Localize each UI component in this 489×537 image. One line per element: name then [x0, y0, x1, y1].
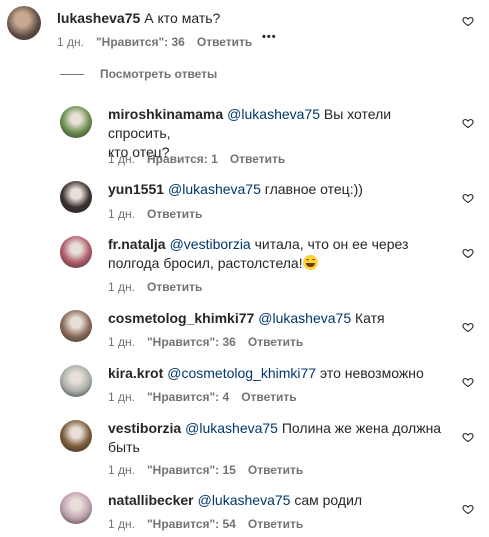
comment-username[interactable]: natallibecker	[108, 492, 194, 508]
heart-icon[interactable]	[462, 503, 474, 515]
comment-likes[interactable]: "Нравится": 4	[147, 390, 229, 404]
comment-username[interactable]: vestiborzia	[108, 420, 181, 436]
heart-icon[interactable]	[462, 117, 474, 129]
comment-meta: 1 дн. "Нравится": 15 Ответить	[108, 463, 315, 477]
reply-button[interactable]: Ответить	[241, 390, 296, 404]
reply-button[interactable]: Ответить	[197, 35, 252, 49]
divider	[60, 73, 84, 75]
comment-text: читала, что он ее через	[254, 236, 409, 252]
avatar[interactable]	[60, 106, 92, 138]
mention-link[interactable]: @vestiborzia	[170, 236, 251, 252]
avatar[interactable]	[7, 6, 41, 40]
comment-username[interactable]: fr.natalja	[108, 236, 166, 252]
avatar[interactable]	[60, 310, 92, 342]
avatar[interactable]	[60, 236, 92, 268]
heart-icon[interactable]	[462, 192, 474, 204]
more-options-icon[interactable]: •••	[262, 31, 277, 43]
comment-meta: 1 дн. Нравится: 1 Ответить	[108, 152, 297, 166]
avatar[interactable]	[60, 420, 92, 452]
mention-link[interactable]: @cosmetolog_khimki77	[167, 365, 316, 381]
comment-meta: 1 дн. Ответить	[108, 280, 214, 294]
comment-likes[interactable]: "Нравится": 54	[147, 517, 236, 531]
comment-likes[interactable]: Нравится: 1	[147, 152, 218, 166]
comment-likes[interactable]: "Нравится": 36	[147, 335, 236, 349]
heart-icon[interactable]	[462, 321, 474, 333]
heart-icon[interactable]	[462, 15, 474, 27]
reply-button[interactable]: Ответить	[147, 207, 202, 221]
comment-time[interactable]: 1 дн.	[108, 517, 135, 531]
comment-time[interactable]: 1 дн.	[57, 35, 84, 49]
mention-link[interactable]: @lukasheva75	[227, 106, 320, 122]
comment-meta: 1 дн. Ответить	[108, 207, 214, 221]
mention-link[interactable]: @lukasheva75	[185, 420, 278, 436]
comment-text: это невозможно	[319, 365, 424, 381]
reply-button[interactable]: Ответить	[147, 280, 202, 294]
comment-meta: 1 дн. "Нравится": 4 Ответить	[108, 390, 309, 404]
comment-text-2: быть	[108, 439, 140, 455]
reply-button[interactable]: Ответить	[248, 517, 303, 531]
comment-username[interactable]: cosmetolog_khimki77	[108, 310, 254, 326]
comment-meta: 1 дн. "Нравится": 36 Ответить	[57, 35, 264, 49]
comment-time[interactable]: 1 дн.	[108, 152, 135, 166]
comment-time[interactable]: 1 дн.	[108, 207, 135, 221]
heart-icon[interactable]	[462, 376, 474, 388]
comment-text: Катя	[355, 310, 385, 326]
mention-link[interactable]: @lukasheva75	[198, 492, 291, 508]
comment-top: lukasheva75 А кто мать? 1 дн. "Нравится":…	[0, 0, 489, 60]
comment-meta: 1 дн. "Нравится": 54 Ответить	[108, 517, 315, 531]
reply-button[interactable]: Ответить	[248, 463, 303, 477]
mention-link[interactable]: @lukasheva75	[258, 310, 351, 326]
laughing-emoji-icon	[302, 255, 318, 270]
avatar[interactable]	[60, 492, 92, 524]
comment-text: сам родил	[294, 492, 363, 508]
comment-text: главное отец:))	[264, 181, 363, 197]
heart-icon[interactable]	[462, 431, 474, 443]
comment-username[interactable]: miroshkinamama	[108, 106, 223, 122]
comment-likes[interactable]: "Нравится": 36	[96, 35, 185, 49]
avatar[interactable]	[60, 365, 92, 397]
heart-icon[interactable]	[462, 247, 474, 259]
comment-username[interactable]: yun1551	[108, 181, 164, 197]
avatar[interactable]	[60, 181, 92, 213]
view-replies-label: Посмотреть ответы	[100, 67, 218, 81]
comment-time[interactable]: 1 дн.	[108, 335, 135, 349]
comment-meta: 1 дн. "Нравится": 36 Ответить	[108, 335, 315, 349]
comment-text-2: полгода бросил, растолстела!	[108, 255, 303, 271]
view-replies-button[interactable]: Посмотреть ответы	[60, 67, 217, 81]
comment-username[interactable]: kira.krot	[108, 365, 163, 381]
comment-likes[interactable]: "Нравится": 15	[147, 463, 236, 477]
comment-time[interactable]: 1 дн.	[108, 390, 135, 404]
reply-button[interactable]: Ответить	[230, 152, 285, 166]
comment-time[interactable]: 1 дн.	[108, 280, 135, 294]
comment-username[interactable]: lukasheva75	[57, 10, 140, 26]
mention-link[interactable]: @lukasheva75	[168, 181, 261, 197]
reply-button[interactable]: Ответить	[248, 335, 303, 349]
comment-time[interactable]: 1 дн.	[108, 463, 135, 477]
comment-text: А кто мать?	[144, 10, 221, 26]
comment-text: Полина же жена должна	[281, 420, 442, 436]
